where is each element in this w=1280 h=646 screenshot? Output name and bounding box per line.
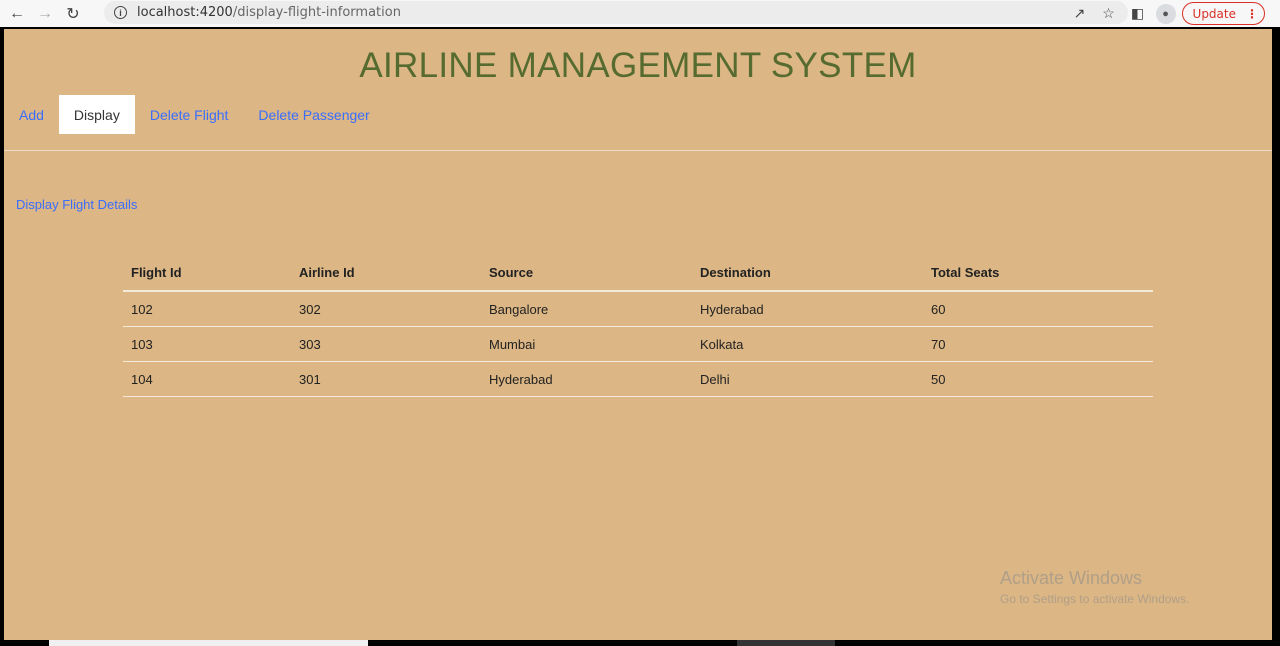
watermark-subtitle: Go to Settings to activate Windows. xyxy=(1000,592,1190,606)
watermark-title: Activate Windows xyxy=(1000,568,1143,588)
cell-flight-id: 104 xyxy=(131,371,153,387)
tab-add[interactable]: Add xyxy=(4,95,59,134)
browser-toolbar: ← → ↻ i localhost:4200/display-flight-in… xyxy=(0,0,1280,27)
cell-source: Hyderabad xyxy=(489,371,553,387)
share-icon[interactable]: ↗ xyxy=(1069,3,1091,25)
tab-delete-passenger[interactable]: Delete Passenger xyxy=(243,95,384,134)
cell-airline-id: 303 xyxy=(299,336,321,352)
cell-total-seats: 60 xyxy=(931,301,946,317)
url-text[interactable]: localhost:4200/display-flight-informatio… xyxy=(137,5,401,20)
cell-destination: Hyderabad xyxy=(700,301,764,317)
update-button[interactable]: Update ⋮ xyxy=(1181,2,1265,25)
tab-display[interactable]: Display xyxy=(58,95,135,134)
divider xyxy=(4,150,1272,151)
nav-tabs: Add Display Delete Flight Delete Passeng… xyxy=(4,95,385,134)
header-source: Source xyxy=(489,265,534,280)
reload-icon[interactable]: ↻ xyxy=(62,3,84,25)
page-content: AIRLINE MANAGEMENT SYSTEM Add Display De… xyxy=(4,29,1272,640)
header-flight-id: Flight Id xyxy=(131,265,182,280)
table-row: 103 303 Mumbai Kolkata 70 xyxy=(123,327,1153,362)
header-airline-id: Airline Id xyxy=(299,265,355,280)
display-flight-details-link[interactable]: Display Flight Details xyxy=(16,197,137,212)
cell-destination: Delhi xyxy=(700,371,730,387)
page-title: AIRLINE MANAGEMENT SYSTEM xyxy=(359,46,917,85)
cell-total-seats: 70 xyxy=(931,336,946,352)
back-icon[interactable]: ← xyxy=(6,3,28,25)
tab-delete-flight[interactable]: Delete Flight xyxy=(135,95,244,134)
forward-icon[interactable]: → xyxy=(34,3,56,25)
taskbar-fragment xyxy=(737,640,835,646)
taskbar-fragment xyxy=(49,640,368,646)
flight-table: Flight Id Airline Id Source Destination … xyxy=(123,255,1153,397)
url-path: /display-flight-information xyxy=(232,5,401,20)
update-label: Update xyxy=(1192,6,1236,21)
table-row: 102 302 Bangalore Hyderabad 60 xyxy=(123,292,1153,327)
cell-flight-id: 102 xyxy=(131,301,153,317)
cell-airline-id: 302 xyxy=(299,301,321,317)
info-icon[interactable]: i xyxy=(114,6,127,19)
address-bar[interactable]: i localhost:4200/display-flight-informat… xyxy=(104,1,1128,24)
cell-airline-id: 301 xyxy=(299,371,321,387)
cell-total-seats: 50 xyxy=(931,371,946,387)
header-destination: Destination xyxy=(700,265,771,280)
url-host: localhost:4200 xyxy=(137,5,233,20)
profile-icon[interactable]: ● xyxy=(1155,3,1176,24)
activate-windows-watermark: Activate Windows Go to Settings to activ… xyxy=(1000,568,1189,606)
table-header-row: Flight Id Airline Id Source Destination … xyxy=(123,255,1153,292)
cell-source: Mumbai xyxy=(489,336,536,352)
side-panel-icon[interactable]: ◧ xyxy=(1127,3,1149,25)
menu-dots-icon: ⋮ xyxy=(1246,6,1258,21)
star-icon[interactable]: ☆ xyxy=(1098,3,1120,25)
cell-source: Bangalore xyxy=(489,301,549,317)
header-total-seats: Total Seats xyxy=(931,265,1000,280)
cell-flight-id: 103 xyxy=(131,336,153,352)
table-row: 104 301 Hyderabad Delhi 50 xyxy=(123,362,1153,397)
cell-destination: Kolkata xyxy=(700,336,744,352)
